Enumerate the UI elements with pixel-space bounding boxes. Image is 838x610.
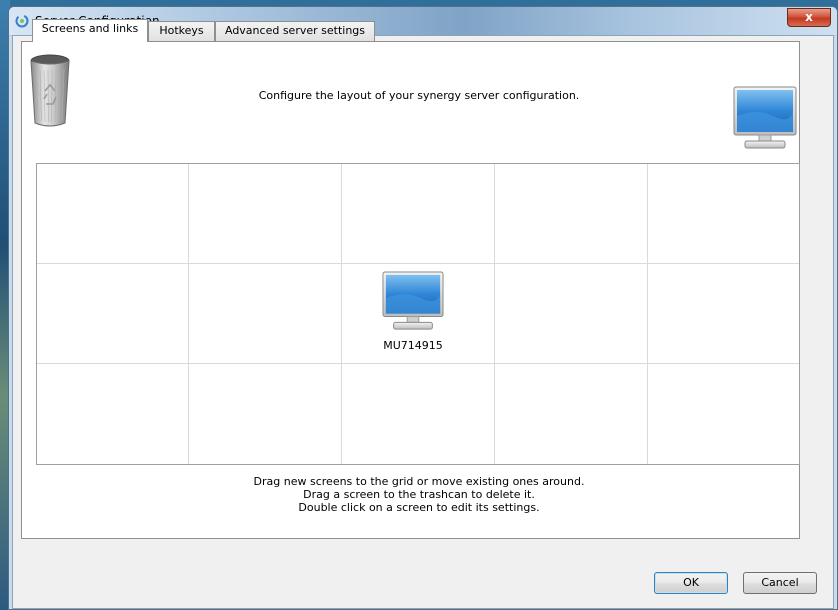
help-text: Drag new screens to the grid or move exi… bbox=[0, 475, 838, 514]
ok-button[interactable]: OK bbox=[654, 572, 728, 594]
grid-cell[interactable] bbox=[342, 164, 495, 264]
close-button[interactable]: x bbox=[787, 8, 831, 27]
screen-name-label: MU714915 bbox=[383, 339, 443, 352]
help-line: Double click on a screen to edit its set… bbox=[298, 501, 540, 514]
tab-screens-and-links[interactable]: Screens and links bbox=[32, 19, 148, 42]
grid-cell[interactable] bbox=[189, 364, 342, 464]
monitor-icon bbox=[382, 271, 444, 330]
tab-label: Screens and links bbox=[41, 22, 139, 35]
help-line: Drag a screen to the trashcan to delete … bbox=[303, 488, 535, 501]
tab-label: Advanced server settings bbox=[224, 24, 365, 37]
cancel-button[interactable]: Cancel bbox=[743, 572, 817, 594]
grid-cell[interactable] bbox=[189, 164, 342, 264]
grid-cell[interactable] bbox=[37, 164, 189, 264]
new-screen-monitor-icon[interactable] bbox=[733, 86, 797, 152]
grid-cell[interactable] bbox=[495, 164, 648, 264]
grid-cell[interactable] bbox=[495, 264, 648, 364]
help-line: Drag new screens to the grid or move exi… bbox=[253, 475, 585, 488]
grid-screen-item[interactable]: MU714915 bbox=[353, 271, 473, 361]
grid-cell[interactable] bbox=[648, 164, 799, 264]
grid-cell[interactable] bbox=[342, 364, 495, 464]
layout-instruction: Configure the layout of your synergy ser… bbox=[258, 89, 580, 102]
tab-advanced-server-settings[interactable]: Advanced server settings bbox=[215, 21, 375, 41]
grid-cell[interactable] bbox=[495, 364, 648, 464]
grid-cell[interactable] bbox=[189, 264, 342, 364]
tab-hotkeys[interactable]: Hotkeys bbox=[148, 21, 215, 41]
grid-cell[interactable] bbox=[648, 264, 799, 364]
grid-cell[interactable] bbox=[37, 364, 189, 464]
grid-cell[interactable] bbox=[37, 264, 189, 364]
synergy-app-icon bbox=[15, 14, 29, 28]
grid-cell[interactable] bbox=[648, 364, 799, 464]
tab-label: Hotkeys bbox=[159, 24, 204, 37]
